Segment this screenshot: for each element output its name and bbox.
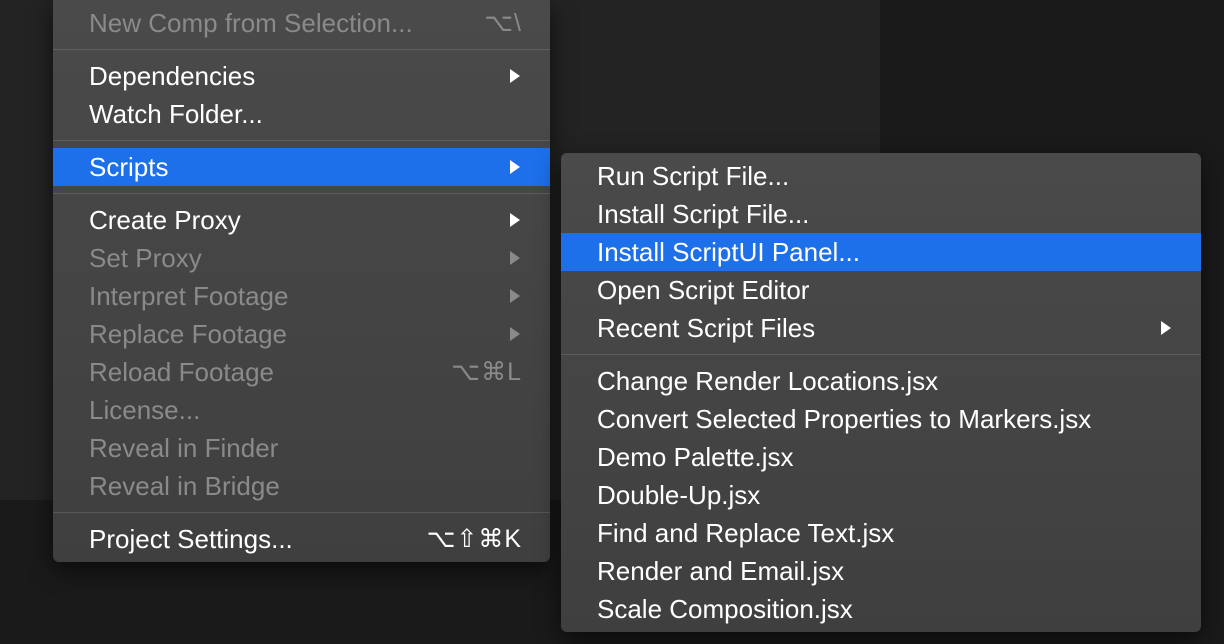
scripts-submenu: Run Script File... Install Script File...… [561,153,1201,632]
subMenu-item-8[interactable]: Demo Palette.jsx [561,438,1201,476]
subMenu-item-10[interactable]: Find and Replace Text.jsx [561,514,1201,552]
menu-item-label: Render and Email.jsx [597,556,844,587]
mainMenu-item-0: New Comp from Selection... ⌥\ [53,4,550,42]
menu-item-label: Open Script Editor [597,275,809,306]
subMenu-item-3[interactable]: Open Script Editor [561,271,1201,309]
subMenu-item-12[interactable]: Scale Composition.jsx [561,590,1201,628]
mainMenu-item-8: Set Proxy [53,239,550,277]
menu-item-label: New Comp from Selection... [89,8,413,39]
menu-item-right [508,326,522,342]
menu-item-right [1159,320,1173,336]
subMenu-item-1[interactable]: Install Script File... [561,195,1201,233]
menu-item-label: Double-Up.jsx [597,480,760,511]
submenu-arrow-icon [508,326,522,342]
submenu-arrow-icon [508,159,522,175]
mainMenu-item-14: Reveal in Bridge [53,467,550,505]
menu-item-label: Recent Script Files [597,313,815,344]
mainMenu-item-2[interactable]: Dependencies [53,57,550,95]
menu-item-label: Scripts [89,152,168,183]
menu-separator [53,140,550,141]
menu-item-label: Project Settings... [89,524,293,555]
subMenu-item-2[interactable]: Install ScriptUI Panel... [561,233,1201,271]
subMenu-item-7[interactable]: Convert Selected Properties to Markers.j… [561,400,1201,438]
submenu-arrow-icon [508,212,522,228]
mainMenu-item-16[interactable]: Project Settings... ⌥⇧⌘K [53,520,550,558]
menu-item-label: License... [89,395,200,426]
menu-item-label: Interpret Footage [89,281,288,312]
menu-item-right [508,250,522,266]
menu-item-label: Set Proxy [89,243,202,274]
menu-item-label: Convert Selected Properties to Markers.j… [597,404,1091,435]
mainMenu-item-7[interactable]: Create Proxy [53,201,550,239]
menu-item-label: Create Proxy [89,205,241,236]
mainMenu-item-11: Reload Footage ⌥⌘L [53,353,550,391]
menu-item-label: Reveal in Bridge [89,471,280,502]
menu-item-right: ⌥\ [484,8,522,38]
mainMenu-item-9: Interpret Footage [53,277,550,315]
menu-shortcut: ⌥⌘L [451,357,522,387]
menu-separator [53,512,550,513]
subMenu-item-9[interactable]: Double-Up.jsx [561,476,1201,514]
mainMenu-item-5[interactable]: Scripts [53,148,550,186]
subMenu-item-11[interactable]: Render and Email.jsx [561,552,1201,590]
mainMenu-item-3[interactable]: Watch Folder... [53,95,550,133]
menu-item-label: Change Render Locations.jsx [597,366,938,397]
menu-separator [561,354,1201,355]
menu-separator [53,193,550,194]
subMenu-item-6[interactable]: Change Render Locations.jsx [561,362,1201,400]
menu-item-right: ⌥⌘L [451,357,522,387]
menu-item-label: Dependencies [89,61,255,92]
menu-item-label: Demo Palette.jsx [597,442,794,473]
menu-separator [53,49,550,50]
subMenu-item-4[interactable]: Recent Script Files [561,309,1201,347]
submenu-arrow-icon [508,68,522,84]
menu-item-label: Scale Composition.jsx [597,594,853,625]
submenu-arrow-icon [508,288,522,304]
subMenu-item-0[interactable]: Run Script File... [561,157,1201,195]
mainMenu-item-13: Reveal in Finder [53,429,550,467]
menu-item-right [508,212,522,228]
menu-item-label: Install Script File... [597,199,809,230]
menu-item-right [508,159,522,175]
mainMenu-item-10: Replace Footage [53,315,550,353]
submenu-arrow-icon [1159,320,1173,336]
menu-item-label: Reveal in Finder [89,433,278,464]
menu-item-right: ⌥⇧⌘K [427,524,522,554]
main-context-menu: New Comp from Selection... ⌥\ Dependencies… [53,0,550,562]
menu-item-label: Find and Replace Text.jsx [597,518,894,549]
menu-shortcut: ⌥⇧⌘K [427,524,522,554]
mainMenu-item-12: License... [53,391,550,429]
submenu-arrow-icon [508,250,522,266]
menu-item-right [508,288,522,304]
menu-item-label: Run Script File... [597,161,789,192]
menu-item-label: Reload Footage [89,357,274,388]
menu-item-label: Install ScriptUI Panel... [597,237,860,268]
menu-shortcut: ⌥\ [484,8,522,38]
menu-item-label: Replace Footage [89,319,287,350]
menu-item-label: Watch Folder... [89,99,263,130]
menu-item-right [508,68,522,84]
